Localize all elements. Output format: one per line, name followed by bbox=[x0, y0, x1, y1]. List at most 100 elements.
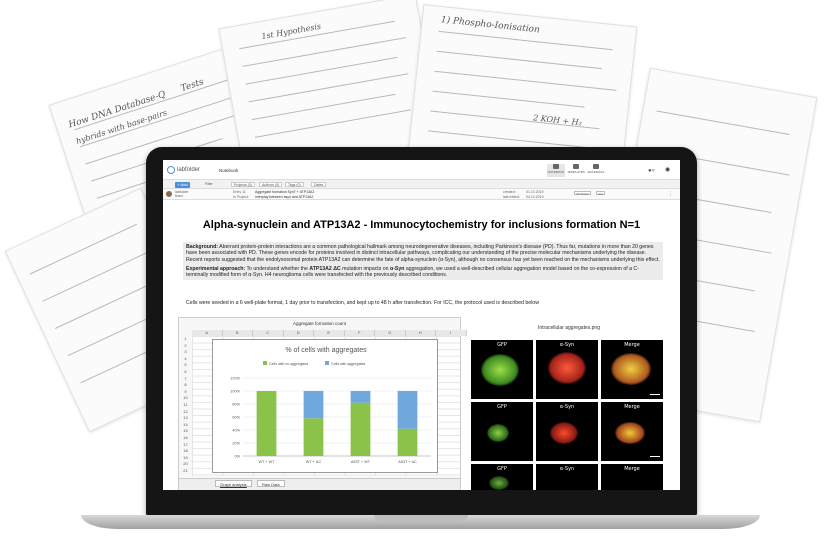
tab-graph-analysis[interactable]: Graph analysis bbox=[215, 480, 252, 487]
row-header[interactable]: 13 bbox=[179, 415, 192, 420]
app-logo[interactable]: labfolder bbox=[167, 166, 200, 174]
y-tick-label: 20% bbox=[232, 441, 240, 445]
y-tick-label: 120% bbox=[230, 376, 240, 380]
tab-raw-data[interactable]: Raw Data bbox=[257, 480, 285, 487]
text-element[interactable]: Background: Aberrant protein-protein int… bbox=[183, 242, 663, 281]
chart-title: % of cells with aggregates bbox=[285, 347, 367, 354]
x-tick-label: WT + WT bbox=[258, 460, 275, 464]
y-tick-label: 100% bbox=[230, 389, 240, 393]
settings-icon[interactable]: ◉ bbox=[665, 166, 670, 173]
spreadsheet-title: Aggregate formation count bbox=[292, 321, 347, 326]
micrograph-gfp-1: GFP bbox=[471, 340, 533, 399]
approach-bold: ATP13A2 ΔC bbox=[309, 265, 341, 272]
row-header[interactable]: 18 bbox=[179, 448, 192, 453]
row-header[interactable]: 20 bbox=[179, 461, 192, 466]
chart[interactable]: % of cells with aggregates Cells with no … bbox=[212, 339, 438, 473]
micrograph-syn-1: α-Syn bbox=[536, 340, 598, 399]
panel-label: GFP bbox=[497, 404, 507, 410]
row-header[interactable]: 1 bbox=[179, 336, 192, 341]
approach-label: Experimental approach: bbox=[186, 265, 246, 272]
panel-label: Merge bbox=[624, 466, 640, 472]
project-name[interactable]: Interplay between asyn and ATP13A2 bbox=[255, 195, 313, 199]
row-header[interactable]: 14 bbox=[179, 422, 192, 427]
row-header[interactable]: 2 bbox=[179, 343, 192, 348]
tag-chip[interactable]: ICC bbox=[596, 190, 606, 196]
row-header[interactable]: 12 bbox=[179, 409, 192, 414]
filter-label: Filter bbox=[205, 182, 213, 186]
x-tick-label: A53T + WT bbox=[351, 460, 371, 464]
scale-bar bbox=[650, 394, 660, 395]
project-label: In Project: bbox=[233, 195, 249, 199]
user-icon[interactable]: ●▿ bbox=[648, 167, 655, 174]
nav-templates[interactable]: TEMPLATES bbox=[567, 164, 585, 177]
tab-notebook[interactable]: Notebook bbox=[219, 168, 238, 173]
background-text: Aberrant protein-protein interactions ar… bbox=[186, 244, 660, 263]
created-label: created: bbox=[503, 190, 516, 194]
nav-notebook[interactable]: NOTEBOOK bbox=[547, 164, 565, 177]
spreadsheet-element[interactable]: Aggregate formation count ABCDEFGHI 1234… bbox=[178, 317, 467, 490]
bar-segment bbox=[397, 428, 418, 456]
filter-dates[interactable]: Dates bbox=[311, 182, 327, 187]
micrograph-merge-2: Merge bbox=[601, 402, 663, 461]
bar-segment bbox=[256, 391, 277, 456]
laptop-notch bbox=[374, 515, 468, 521]
bar-segment bbox=[397, 391, 418, 429]
more-options-icon[interactable]: ⋮ bbox=[668, 191, 673, 197]
nav-label: MATERIALS bbox=[587, 170, 605, 174]
micrograph-merge-1: Merge bbox=[601, 340, 663, 399]
image-element[interactable]: Intracellular aggregates.png GFP α-Syn M… bbox=[468, 317, 670, 490]
app-header: labfolder Notebook NOTEBOOK TEMPLATES MA… bbox=[163, 160, 680, 180]
laptop-screen: labfolder Notebook NOTEBOOK TEMPLATES MA… bbox=[163, 160, 680, 490]
add-button[interactable]: + Add bbox=[175, 181, 190, 188]
stage: How DNA Database-Q Tests hybrids with ba… bbox=[0, 0, 840, 543]
filter-projects[interactable]: Projects (0) bbox=[231, 182, 255, 187]
micrograph-syn-3: α-Syn bbox=[536, 464, 598, 490]
labfolder-logo-icon bbox=[167, 166, 175, 174]
row-header[interactable]: 21 bbox=[179, 468, 192, 473]
filter-tags[interactable]: Tags (0) bbox=[285, 182, 304, 187]
approach-paragraph: Experimental approach: To understand whe… bbox=[186, 266, 660, 279]
nav-materials[interactable]: MATERIALS bbox=[587, 164, 605, 177]
bar-segment bbox=[350, 402, 371, 456]
panel-label: α-Syn bbox=[559, 466, 575, 472]
row-header[interactable]: 17 bbox=[179, 442, 192, 447]
legend-swatch bbox=[325, 361, 329, 365]
scale-bar bbox=[650, 456, 660, 457]
row-header[interactable]: 7 bbox=[179, 376, 192, 381]
panel-label: GFP bbox=[497, 466, 507, 472]
approach-bold-2: α-Syn bbox=[390, 265, 405, 272]
handwritten-note: 2 KOH + H₂ bbox=[532, 113, 583, 128]
x-tick-label: WT + ΔC bbox=[306, 460, 322, 464]
templates-icon bbox=[573, 164, 579, 169]
entry-author: labfolder team bbox=[175, 190, 189, 198]
row-header[interactable]: 15 bbox=[179, 428, 192, 433]
sheet-tabs: Graph analysis Raw Data bbox=[179, 478, 460, 490]
row-header[interactable]: 9 bbox=[179, 389, 192, 394]
tag-chip[interactable]: ATP13A2 bbox=[574, 190, 591, 196]
panel-label: Merge bbox=[624, 342, 640, 348]
row-header[interactable]: 3 bbox=[179, 349, 192, 354]
row-header[interactable]: 16 bbox=[179, 435, 192, 440]
background-label: Background: bbox=[186, 244, 218, 250]
y-tick-label: 80% bbox=[232, 402, 240, 406]
micrograph-merge-3: Merge bbox=[601, 464, 663, 490]
row-header[interactable]: 4 bbox=[179, 356, 192, 361]
logo-text: labfolder bbox=[177, 167, 201, 173]
entry-title[interactable]: Aggregate formation SynT + ATP13A2 bbox=[255, 190, 314, 194]
bar-segment bbox=[303, 418, 324, 456]
page-title: Alpha-synuclein and ATP13A2 - Immunocyto… bbox=[202, 219, 641, 231]
row-header[interactable]: 10 bbox=[179, 395, 192, 400]
bar-segment bbox=[350, 391, 371, 403]
row-header[interactable]: 11 bbox=[179, 402, 192, 407]
row-header[interactable]: 8 bbox=[179, 382, 192, 387]
background-paragraph: Background: Aberrant protein-protein int… bbox=[186, 244, 660, 263]
created-date: 01.10.2019 bbox=[526, 190, 544, 194]
row-header[interactable]: 19 bbox=[179, 455, 192, 460]
cells-text[interactable]: Cells were seeded in a 6 well-plate form… bbox=[186, 300, 539, 306]
row-header[interactable]: 6 bbox=[179, 369, 192, 374]
entry-content: Alpha-synuclein and ATP13A2 - Immunocyto… bbox=[163, 200, 680, 490]
panel-label: Merge bbox=[624, 404, 640, 410]
filter-authors[interactable]: Authors (0) bbox=[259, 182, 283, 187]
image-title: Intracellular aggregates.png bbox=[538, 325, 600, 331]
row-header[interactable]: 5 bbox=[179, 362, 192, 367]
